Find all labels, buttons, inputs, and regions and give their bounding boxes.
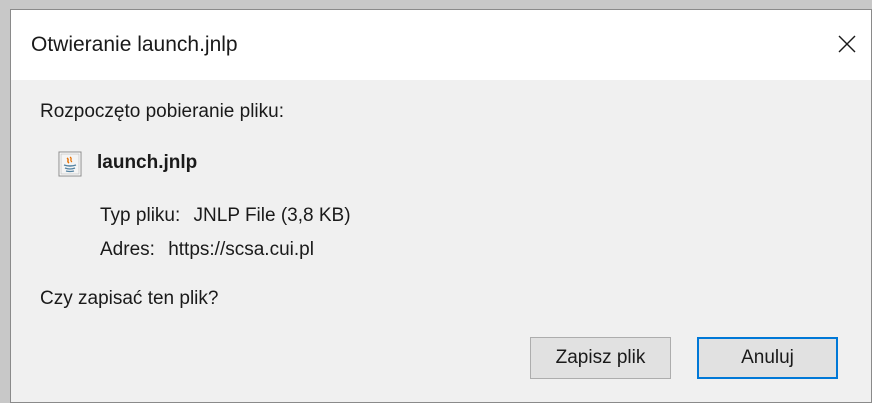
close-icon bbox=[838, 35, 856, 53]
java-file-icon bbox=[58, 151, 82, 177]
file-address-value: https://scsa.cui.pl bbox=[168, 239, 314, 260]
dialog-titlebar: Otwieranie launch.jnlp bbox=[11, 10, 871, 80]
save-file-button[interactable]: Zapisz plik bbox=[530, 337, 671, 379]
file-type-label: Typ pliku: bbox=[100, 205, 181, 226]
file-name: launch.jnlp bbox=[97, 152, 198, 173]
dialog-title: Otwieranie launch.jnlp bbox=[31, 33, 238, 56]
dialog-body: Rozpoczęto pobieranie pliku: launch.jnlp… bbox=[11, 80, 871, 402]
file-address-label: Adres: bbox=[100, 239, 155, 260]
cancel-button[interactable]: Anuluj bbox=[697, 337, 838, 379]
download-dialog: Otwieranie launch.jnlp Rozpoczęto pobier… bbox=[10, 9, 872, 403]
file-type-value: JNLP File (3,8 KB) bbox=[193, 205, 351, 226]
save-question: Czy zapisać ten plik? bbox=[40, 288, 219, 309]
file-address-row: Adres: https://scsa.cui.pl bbox=[100, 239, 314, 261]
file-type-row: Typ pliku: JNLP File (3,8 KB) bbox=[100, 205, 351, 227]
intro-text: Rozpoczęto pobieranie pliku: bbox=[40, 101, 284, 122]
close-button[interactable] bbox=[825, 24, 869, 64]
